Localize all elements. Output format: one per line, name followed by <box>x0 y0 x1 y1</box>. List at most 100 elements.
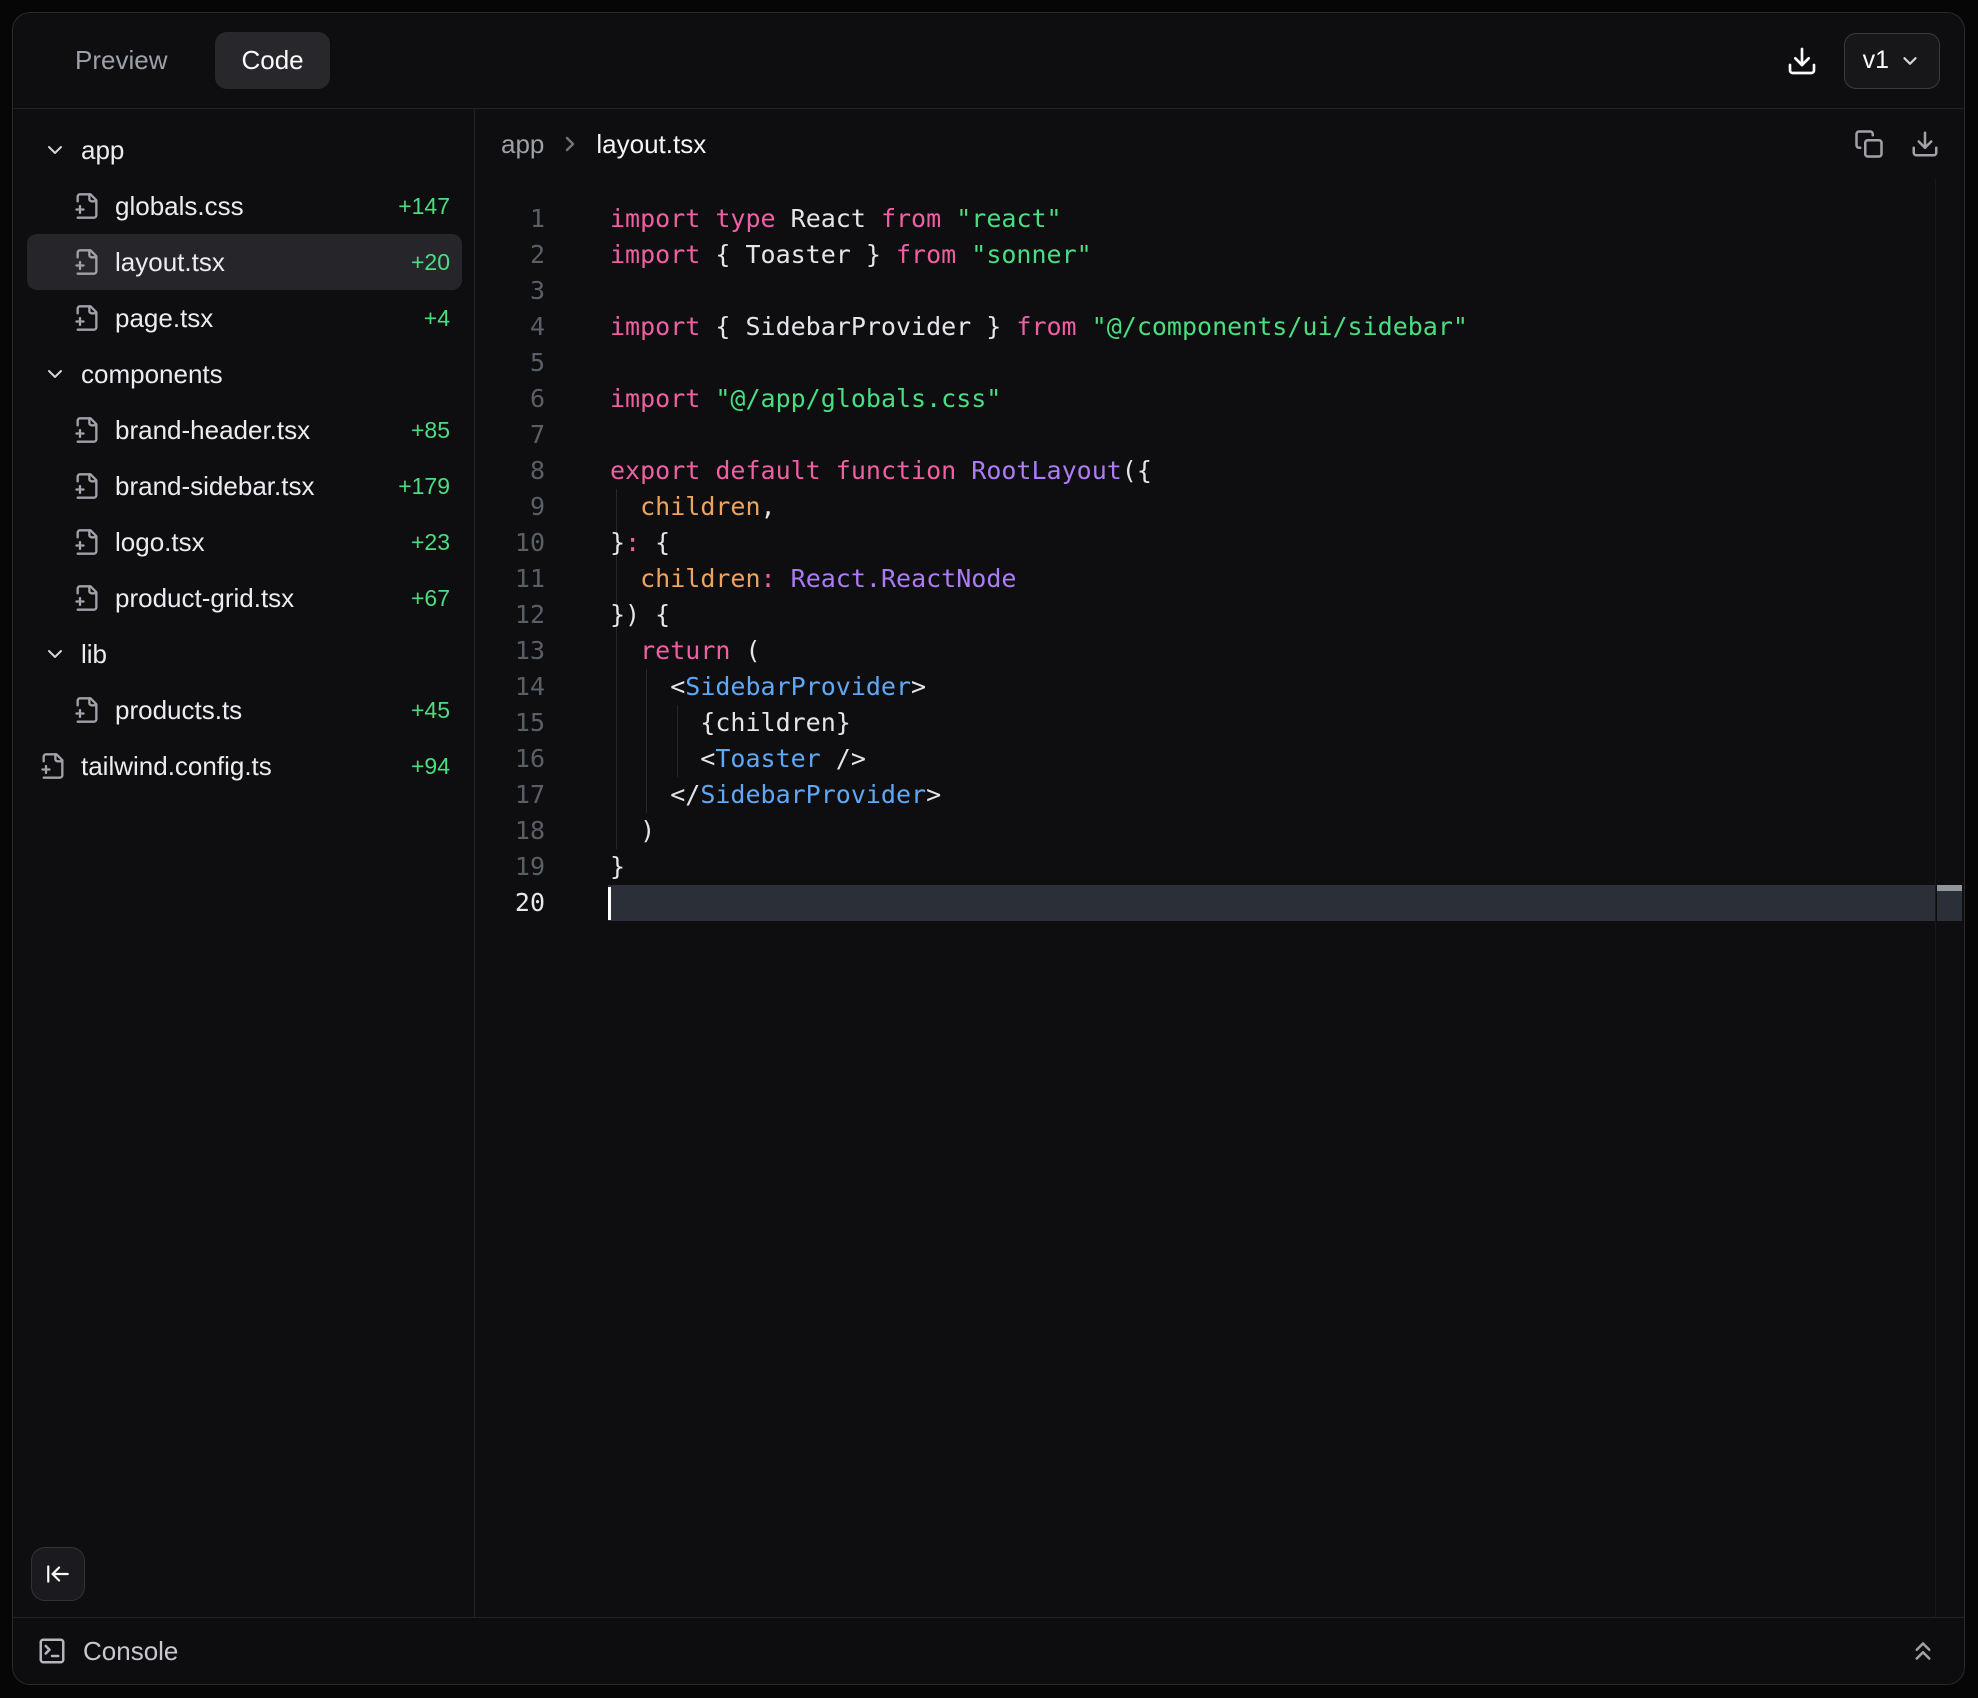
line-content: import { Toaster } from "sonner" <box>610 237 1092 273</box>
code-lines: 1import type React from "react"2import {… <box>475 201 1964 921</box>
top-actions: v1 <box>1786 33 1940 89</box>
line-content: <SidebarProvider> <box>610 669 926 705</box>
code-line: 6 import "@/app/globals.css" <box>475 381 1964 417</box>
code-line: 20 <box>475 885 1964 921</box>
file-label: layout.tsx <box>115 247 225 278</box>
file-label: globals.css <box>115 191 244 222</box>
tab-code[interactable]: Code <box>215 32 329 89</box>
copy-code-button[interactable] <box>1854 129 1884 159</box>
file-label: brand-sidebar.tsx <box>115 471 314 502</box>
console-label: Console <box>83 1636 178 1667</box>
line-number: 12 <box>475 597 545 633</box>
code-line: 10}: { <box>475 525 1964 561</box>
line-number: 7 <box>475 417 545 453</box>
terminal-icon <box>37 1636 67 1666</box>
code-line: 3 <box>475 273 1964 309</box>
diff-added-badge: +4 <box>424 305 450 332</box>
diff-added-badge: +94 <box>411 753 450 780</box>
code-line: 15 {children} <box>475 705 1964 741</box>
tree-item-brand-sidebar-tsx[interactable]: brand-sidebar.tsx +179 <box>27 458 462 514</box>
code-editor[interactable]: 1import type React from "react"2import {… <box>475 179 1964 1617</box>
version-selector[interactable]: v1 <box>1844 33 1940 89</box>
tree-item-page-tsx[interactable]: page.tsx+4 <box>27 290 462 346</box>
tree-item-globals-css[interactable]: globals.css +147 <box>27 178 462 234</box>
code-actions <box>1854 129 1940 159</box>
chevrons-up-icon <box>1908 1636 1938 1666</box>
line-number: 16 <box>475 741 545 777</box>
tree-item-logo-tsx[interactable]: logo.tsx+23 <box>27 514 462 570</box>
line-content: }) { <box>610 597 670 633</box>
diff-added-badge: +85 <box>411 417 450 444</box>
download-file-button[interactable] <box>1910 129 1940 159</box>
diff-added-badge: +67 <box>411 585 450 612</box>
version-label: v1 <box>1863 46 1889 75</box>
file-tree: app globals.css +147 layout.tsx+20page.tsx+… <box>13 122 474 794</box>
tree-item-tailwind-config-ts[interactable]: tailwind.config.ts +94 <box>27 738 462 794</box>
file-plus-icon <box>39 752 67 780</box>
line-content: } <box>610 849 625 885</box>
tab-preview[interactable]: Preview <box>49 32 193 89</box>
file-plus-icon <box>73 528 101 556</box>
code-line: 5 <box>475 345 1964 381</box>
line-content: import { SidebarProvider } from "@/compo… <box>610 309 1468 345</box>
line-number: 6 <box>475 381 545 417</box>
collapse-sidebar-button[interactable] <box>31 1547 85 1601</box>
diff-added-badge: +23 <box>411 529 450 556</box>
code-line: 12 }) { <box>475 597 1964 633</box>
line-number: 18 <box>475 813 545 849</box>
file-plus-icon <box>73 416 101 444</box>
expand-console-button[interactable] <box>1908 1636 1938 1666</box>
line-number: 19 <box>475 849 545 885</box>
text-cursor <box>608 887 611 920</box>
breadcrumb-folder: app <box>501 129 544 160</box>
code-panel: app layout.tsx <box>475 109 1964 1617</box>
code-line: 4 import { SidebarProvider } from "@/comp… <box>475 309 1964 345</box>
main-area: app globals.css +147 layout.tsx+20page.tsx+… <box>13 109 1964 1617</box>
chevron-down-icon <box>43 138 67 162</box>
download-project-button[interactable] <box>1786 45 1818 77</box>
line-content: import "@/app/globals.css" <box>610 381 1001 417</box>
line-content: return ( <box>610 633 761 669</box>
line-number: 8 <box>475 453 545 489</box>
code-line: 16 <Toaster /> <box>475 741 1964 777</box>
file-plus-icon <box>73 304 101 332</box>
code-line: 11 children: React.ReactNode <box>475 561 1964 597</box>
diff-added-badge: +179 <box>398 473 450 500</box>
line-content: children, <box>610 489 776 525</box>
line-content: }: { <box>610 525 670 561</box>
tree-item-components[interactable]: components <box>27 346 462 402</box>
line-content: export default function RootLayout({ <box>610 453 1152 489</box>
tree-item-lib[interactable]: lib <box>27 626 462 682</box>
tree-item-products-ts[interactable]: products.ts+45 <box>27 682 462 738</box>
line-content: <Toaster /> <box>610 741 866 777</box>
code-line: 18 ) <box>475 813 1964 849</box>
tree-item-app[interactable]: app <box>27 122 462 178</box>
line-number: 9 <box>475 489 545 525</box>
code-line: 2import { Toaster } from "sonner" <box>475 237 1964 273</box>
code-line: 1import type React from "react" <box>475 201 1964 237</box>
line-number: 5 <box>475 345 545 381</box>
tree-item-layout-tsx[interactable]: layout.tsx+20 <box>27 234 462 290</box>
line-number: 4 <box>475 309 545 345</box>
code-line: 7 <box>475 417 1964 453</box>
file-plus-icon <box>73 584 101 612</box>
folder-label: app <box>81 135 124 166</box>
folder-label: lib <box>81 639 107 670</box>
download-icon <box>1786 45 1818 77</box>
tree-item-brand-header-tsx[interactable]: brand-header.tsx+85 <box>27 402 462 458</box>
arrow-left-to-line-icon <box>45 1561 71 1587</box>
app-panel: Preview Code v1 app globals.css +147 layout… <box>12 12 1965 1685</box>
file-plus-icon <box>73 472 101 500</box>
tree-item-product-grid-tsx[interactable]: product-grid.tsx +67 <box>27 570 462 626</box>
file-plus-icon <box>73 696 101 724</box>
chevron-down-icon <box>43 642 67 666</box>
line-content: children: React.ReactNode <box>610 561 1016 597</box>
file-label: tailwind.config.ts <box>81 751 272 782</box>
code-line: 14 <SidebarProvider> <box>475 669 1964 705</box>
diff-added-badge: +147 <box>398 193 450 220</box>
line-number: 14 <box>475 669 545 705</box>
console-bar[interactable]: Console <box>13 1617 1964 1684</box>
line-number: 3 <box>475 273 545 309</box>
line-content: ) <box>610 813 655 849</box>
file-label: product-grid.tsx <box>115 583 294 614</box>
